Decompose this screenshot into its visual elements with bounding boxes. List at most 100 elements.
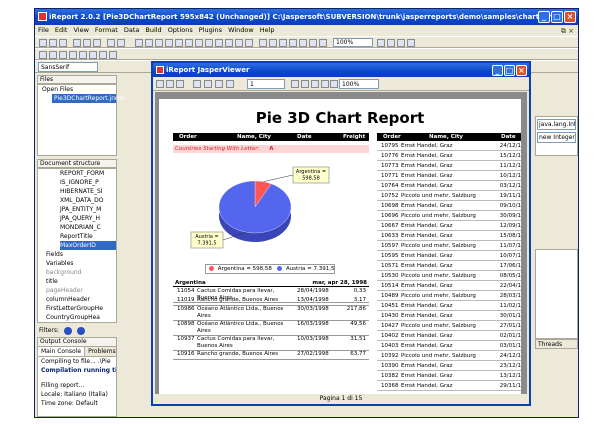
copy-icon[interactable] [83, 39, 91, 47]
redo-icon[interactable] [117, 39, 125, 47]
frame-icon[interactable] [245, 39, 253, 47]
align-center-icon[interactable] [49, 51, 57, 59]
tree-item-selected[interactable]: MaxOrderID [60, 241, 116, 250]
barcode-icon[interactable] [225, 39, 233, 47]
paste-icon[interactable] [93, 39, 101, 47]
threads-tab[interactable]: Threads [535, 339, 578, 349]
menu-data[interactable]: Data [124, 25, 140, 36]
font-family-select[interactable]: SansSerif [38, 62, 98, 72]
subreport-icon[interactable] [205, 39, 213, 47]
zoom-select[interactable]: 100% [333, 38, 373, 47]
tree-item[interactable]: JPA_QUERY_H [38, 214, 116, 223]
align-right-icon[interactable] [59, 51, 67, 59]
menu-format[interactable]: Format [95, 25, 118, 36]
tree-group[interactable]: columnHeader [38, 295, 116, 304]
viewer-zoom-select[interactable]: 100% [339, 79, 379, 89]
viewer-close-button[interactable]: × [516, 65, 527, 76]
open-icon[interactable] [49, 39, 57, 47]
tree-group[interactable]: title [38, 277, 116, 286]
zoom-out-icon[interactable] [387, 39, 395, 47]
text-tool-icon[interactable] [135, 39, 143, 47]
viewer-title-bar[interactable]: iReport JasperViewer _ □ × [153, 63, 529, 77]
actual-size-icon[interactable] [291, 80, 299, 88]
print-icon[interactable] [166, 80, 174, 88]
fit-page-icon[interactable] [301, 80, 309, 88]
tree-item[interactable]: ReportTitle [38, 232, 116, 241]
filter-icon[interactable] [76, 326, 85, 335]
tab-problems[interactable]: Problems (0) [85, 347, 116, 356]
same-width-icon[interactable] [99, 51, 107, 59]
last-page-icon[interactable] [226, 80, 234, 88]
align-bottom-icon[interactable] [89, 51, 97, 59]
tree-group[interactable]: background [38, 268, 116, 277]
tree-item[interactable]: XML_DATA_DO [38, 196, 116, 205]
close-button[interactable]: × [564, 11, 576, 23]
viewer-minimize-button[interactable]: _ [492, 65, 503, 76]
run-icon[interactable] [279, 39, 287, 47]
first-page-icon[interactable] [193, 80, 201, 88]
menu-window[interactable]: Window [228, 25, 254, 36]
crosstab-icon[interactable] [235, 39, 243, 47]
tree-item[interactable]: JPA_ENTITY_M [38, 205, 116, 214]
maximize-button[interactable]: □ [551, 11, 563, 23]
same-height-icon[interactable] [109, 51, 117, 59]
chart-tool-icon[interactable] [215, 39, 223, 47]
align-top-icon[interactable] [69, 51, 77, 59]
menu-file[interactable]: File [38, 25, 49, 36]
reload-icon[interactable] [176, 80, 184, 88]
menu-options[interactable]: Options [168, 25, 193, 36]
menu-view[interactable]: View [73, 25, 88, 36]
previous-page-icon[interactable] [204, 80, 212, 88]
image-tool-icon[interactable] [175, 39, 183, 47]
tree-group[interactable]: Variables [38, 259, 116, 268]
open-file-item[interactable]: Pie3DChartReport.jrxml [52, 94, 125, 103]
tree-item[interactable]: REPORT_FORM [38, 169, 116, 178]
field-tool-icon[interactable] [195, 39, 203, 47]
menu-plugins[interactable]: Plugins [199, 25, 222, 36]
ellipse-tool-icon[interactable] [165, 39, 173, 47]
settings-icon[interactable] [407, 39, 415, 47]
tree-group[interactable]: CountryGroupHea [38, 313, 116, 322]
rect-tool-icon[interactable] [155, 39, 163, 47]
minimize-button[interactable]: _ [538, 11, 550, 23]
viewer-maximize-button[interactable]: □ [504, 65, 515, 76]
report-canvas[interactable]: Pie 3D Chart Report Order Name, City Dat… [155, 92, 527, 396]
undo-icon[interactable] [107, 39, 115, 47]
menu-help[interactable]: Help [260, 25, 275, 36]
align-left-icon[interactable] [39, 51, 47, 59]
ide-title-bar[interactable]: iReport 2.0.2 [Pie3DChartReport 595x842 … [35, 9, 578, 25]
save-icon[interactable] [156, 80, 164, 88]
tree-group[interactable]: FirstLetterGroupHe [38, 304, 116, 313]
tree-item[interactable]: HIBERNATE_SI [38, 187, 116, 196]
property-field[interactable]: java.lang.Integer [537, 119, 576, 130]
tree-item[interactable]: IS_IGNORE_P [38, 178, 116, 187]
save-icon[interactable] [59, 39, 67, 47]
static-text-icon[interactable] [185, 39, 193, 47]
run-db-icon[interactable] [289, 39, 297, 47]
property-field[interactable]: new Integer(1000 [537, 132, 576, 143]
export-icon[interactable] [319, 39, 327, 47]
align-middle-icon[interactable] [79, 51, 87, 59]
cut-icon[interactable] [73, 39, 81, 47]
zoom-out-icon[interactable] [330, 80, 338, 88]
new-icon[interactable] [39, 39, 47, 47]
menu-edit[interactable]: Edit [55, 25, 68, 36]
line-tool-icon[interactable] [145, 39, 153, 47]
page-number-input[interactable]: 1 [247, 79, 285, 89]
tree-group[interactable]: pageHeader [38, 286, 116, 295]
compile-icon[interactable] [299, 39, 307, 47]
preview-icon[interactable] [309, 39, 317, 47]
tree-group[interactable]: Fields [38, 250, 116, 259]
menu-build[interactable]: Build [145, 25, 161, 36]
tab-main-console[interactable]: Main Console [38, 347, 86, 356]
zoom-in-icon[interactable] [321, 80, 329, 88]
refresh-icon[interactable] [397, 39, 405, 47]
open-files-node[interactable]: Open Files [38, 85, 116, 94]
query-icon[interactable] [259, 39, 267, 47]
filter-icon[interactable] [63, 326, 72, 335]
zoom-in-icon[interactable] [377, 39, 385, 47]
next-page-icon[interactable] [215, 80, 223, 88]
fit-width-icon[interactable] [311, 80, 319, 88]
tree-item[interactable]: MONDRIAN_C [38, 223, 116, 232]
datasource-icon[interactable] [269, 39, 277, 47]
